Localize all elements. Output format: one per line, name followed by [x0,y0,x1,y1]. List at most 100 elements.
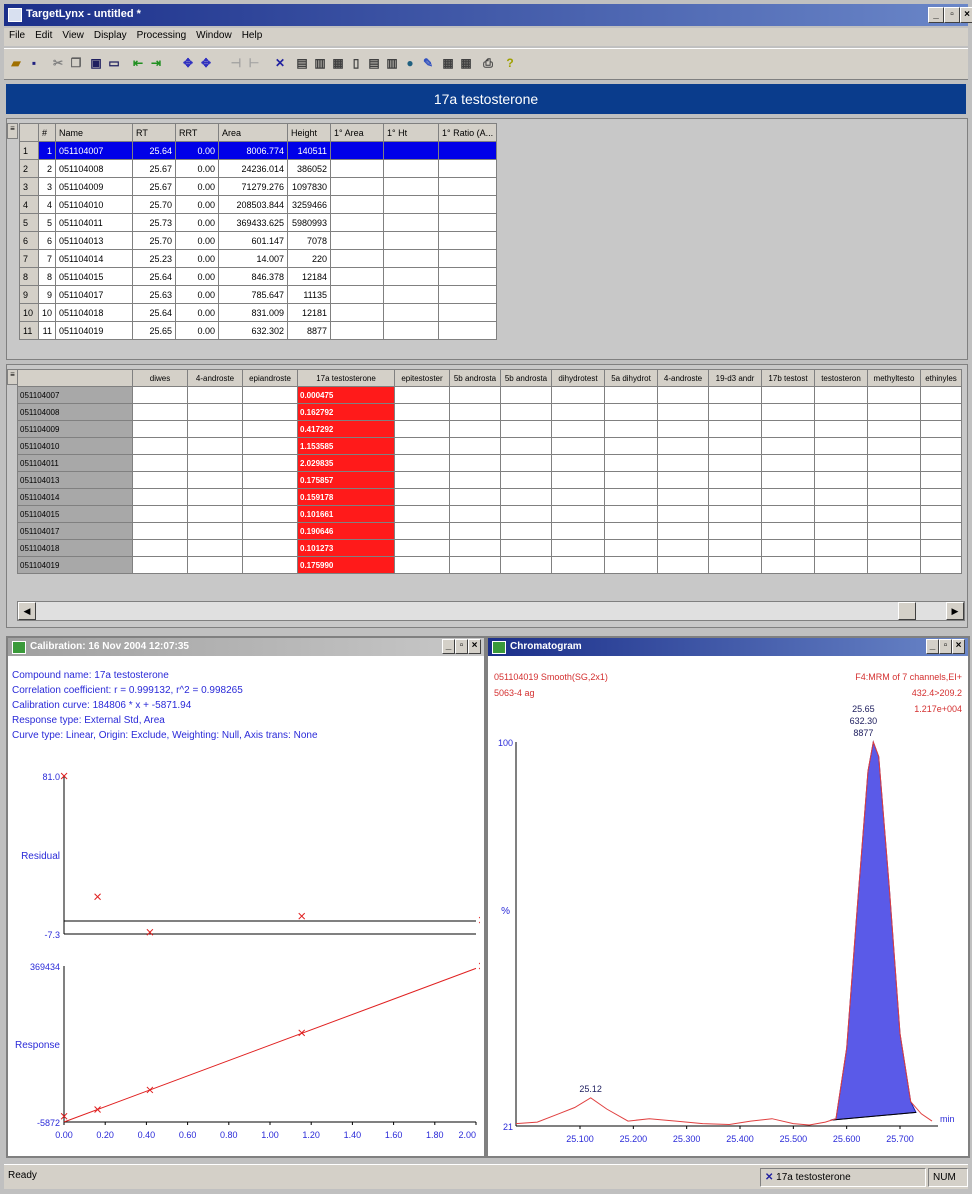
table-cell[interactable] [383,303,440,322]
matrix-row-label[interactable]: 051104008 [17,403,133,421]
matrix-row-label[interactable]: 051104019 [17,556,133,574]
matrix-cell[interactable] [500,522,552,540]
matrix-column-header[interactable]: 5b androsta [449,369,501,387]
matrix-cell[interactable] [500,556,552,574]
matrix-row[interactable]: 051104018 0.101273 [17,539,962,557]
matrix-row[interactable]: 051104009 0.417292 [17,420,962,438]
matrix-cell[interactable] [394,505,450,523]
matrix-row-label[interactable]: 051104011 [17,454,133,472]
table-cell[interactable]: 0.00 [175,249,220,268]
matrix-cell[interactable] [708,454,762,472]
matrix-cell[interactable] [867,471,921,489]
first-sample-icon[interactable]: ⇤ [130,55,146,71]
matrix-row-label[interactable]: 051104007 [17,386,133,404]
matrix-cell[interactable] [551,437,605,455]
matrix-cell[interactable] [500,403,552,421]
matrix-row-label[interactable]: 051104018 [17,539,133,557]
next-compound-icon[interactable]: ✥ [198,55,214,71]
matrix-cell[interactable] [814,437,868,455]
table-cell[interactable] [438,195,498,214]
table-row[interactable]: 8 8 051104015 25.64 0.00 846.378 12184 [19,267,498,286]
matrix-cell[interactable] [708,386,762,404]
matrix-column-header[interactable]: ethinyles [920,369,962,387]
matrix-cell[interactable] [867,505,921,523]
table-cell[interactable] [383,195,440,214]
matrix-column-header[interactable]: 4-androste [657,369,709,387]
bar-chart-icon[interactable]: ▦ [330,55,346,71]
matrix-cell[interactable] [604,522,658,540]
matrix-cell[interactable] [708,505,762,523]
copy-icon[interactable]: ❐ [68,55,84,71]
delete-peak-icon[interactable]: ✕ [272,55,288,71]
matrix-column-header[interactable]: testosteron [814,369,868,387]
matrix-cell[interactable] [132,505,188,523]
globe-icon[interactable]: ● [402,55,418,71]
table-cell[interactable]: 12181 [287,303,332,322]
matrix-column-header[interactable]: dihydrotest [551,369,605,387]
table-cell[interactable]: 0.00 [175,303,220,322]
matrix-cell[interactable] [132,488,188,506]
matrix-row[interactable]: 051104015 0.101661 [17,505,962,523]
window-layout-icon-2[interactable]: ▥ [312,55,328,71]
matrix-cell[interactable] [708,420,762,438]
matrix-cell[interactable] [604,471,658,489]
matrix-row-label[interactable]: 051104010 [17,437,133,455]
table-cell[interactable]: 0.00 [175,267,220,286]
matrix-cell[interactable] [132,386,188,404]
matrix-cell[interactable] [604,386,658,404]
matrix-cell[interactable] [761,403,815,421]
column-header[interactable]: 1° Ht [383,123,440,142]
matrix-cell[interactable] [657,437,709,455]
table-cell[interactable] [383,267,440,286]
table-cell[interactable]: 831.009 [218,303,289,322]
table-cell[interactable]: 3 [37,177,57,196]
matrix-cell[interactable] [187,471,243,489]
matrix-cell[interactable] [761,471,815,489]
matrix-row[interactable]: 051104008 0.162792 [17,403,962,421]
table-cell[interactable] [438,159,498,178]
matrix-column-header[interactable]: methyltesto [867,369,921,387]
matrix-cell[interactable] [449,437,501,455]
matrix-cell[interactable] [394,556,450,574]
table-cell[interactable] [330,213,385,232]
column-header[interactable]: RT [132,123,177,142]
matrix-cell[interactable] [814,420,868,438]
matrix-column-header[interactable]: epiandroste [242,369,298,387]
matrix-cell[interactable] [132,556,188,574]
matrix-cell[interactable] [242,471,298,489]
matrix-column-header[interactable]: 5a dihydrot [604,369,658,387]
matrix-cell[interactable] [449,386,501,404]
matrix-cell[interactable] [551,403,605,421]
matrix-cell[interactable] [604,556,658,574]
table-cell[interactable]: 0.00 [175,141,220,160]
matrix-cell[interactable] [449,505,501,523]
horizontal-scrollbar[interactable]: ◀ ▶ [17,601,965,621]
matrix-cell[interactable] [814,488,868,506]
matrix-cell[interactable] [551,386,605,404]
matrix-column-header[interactable]: 17a testosterone [297,369,395,387]
table-row[interactable]: 4 4 051104010 25.70 0.00 208503.844 3259466 [19,195,498,214]
matrix-cell[interactable] [551,539,605,557]
table-cell[interactable]: 051104017 [55,285,134,304]
matrix-cell[interactable] [708,539,762,557]
table-cell[interactable]: 25.63 [132,285,177,304]
matrix-cell[interactable] [500,488,552,506]
table-row[interactable]: 5 5 051104011 25.73 0.00 369433.625 5980993 [19,213,498,232]
table-cell[interactable] [438,141,498,160]
table-cell[interactable]: 25.65 [132,321,177,340]
matrix-cell[interactable] [242,403,298,421]
matrix-cell[interactable] [242,522,298,540]
calibration-maximize-button[interactable]: ▫ [455,639,468,654]
table-cell[interactable]: 71279.276 [218,177,289,196]
matrix-cell[interactable] [814,386,868,404]
matrix-cell[interactable] [814,403,868,421]
matrix-cell[interactable] [187,522,243,540]
table-cell[interactable]: 369433.625 [218,213,289,232]
table-cell[interactable]: 140511 [287,141,332,160]
table-cell[interactable]: 632.302 [218,321,289,340]
matrix-cell[interactable] [394,539,450,557]
matrix-cell[interactable] [604,488,658,506]
table-cell[interactable] [383,321,440,340]
matrix-cell[interactable] [394,471,450,489]
matrix-cell[interactable] [604,505,658,523]
